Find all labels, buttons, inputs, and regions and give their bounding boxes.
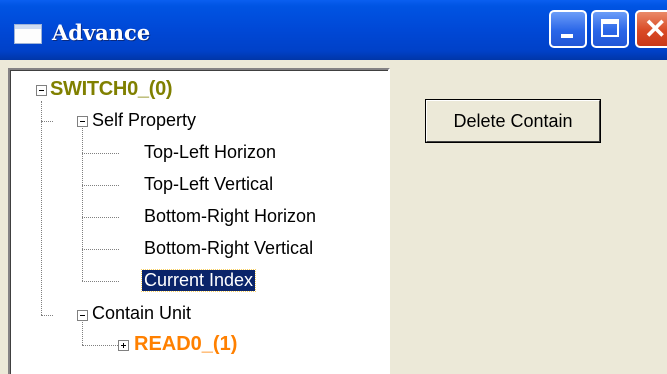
tree-node-root[interactable]: SWITCH0_(0) (50, 78, 173, 101)
maximize-icon (601, 19, 619, 37)
tree-connector (82, 281, 119, 282)
tree-leaf-bottom-right-vertical[interactable]: Bottom-Right Vertical (144, 238, 313, 259)
tree-node-self-property[interactable]: Self Property (92, 110, 196, 131)
tree-connector (82, 217, 119, 218)
collapse-toggle-contain-unit[interactable] (77, 310, 88, 321)
tree-leaf-current-index[interactable]: Current Index (140, 269, 257, 292)
window-app-icon (14, 24, 42, 44)
tree-connector (82, 322, 83, 345)
maximize-button[interactable] (591, 10, 629, 48)
tree-connector (41, 315, 53, 316)
tree-connector (82, 185, 119, 186)
tree-node-read0[interactable]: READ0_(1) (134, 333, 237, 356)
tree-leaf-top-left-horizon[interactable]: Top-Left Horizon (144, 142, 276, 163)
collapse-toggle-self-property[interactable] (77, 116, 88, 127)
property-tree-view[interactable]: SWITCH0_(0) Self Property Top-Left Horiz… (8, 68, 390, 374)
tree-connector (82, 345, 118, 346)
close-button[interactable]: ✕ (635, 10, 667, 48)
delete-contain-button[interactable]: Delete Contain (426, 100, 600, 142)
tree-connector (82, 128, 83, 281)
tree-node-contain-unit[interactable]: Contain Unit (92, 303, 191, 324)
collapse-toggle-root[interactable] (36, 85, 47, 96)
tree-connector (82, 249, 119, 250)
title-bar[interactable]: Advance ✕ (0, 0, 667, 60)
expand-toggle-read0[interactable] (118, 340, 129, 351)
minimize-button[interactable] (549, 10, 587, 48)
tree-leaf-bottom-right-horizon[interactable]: Bottom-Right Horizon (144, 206, 316, 227)
close-icon: ✕ (644, 14, 667, 44)
tree-connector (41, 121, 53, 122)
tree-leaf-top-left-vertical[interactable]: Top-Left Vertical (144, 174, 273, 195)
tree-connector (41, 101, 42, 315)
minimize-icon (561, 34, 573, 38)
window-title: Advance (52, 20, 151, 45)
tree-connector (82, 153, 119, 154)
